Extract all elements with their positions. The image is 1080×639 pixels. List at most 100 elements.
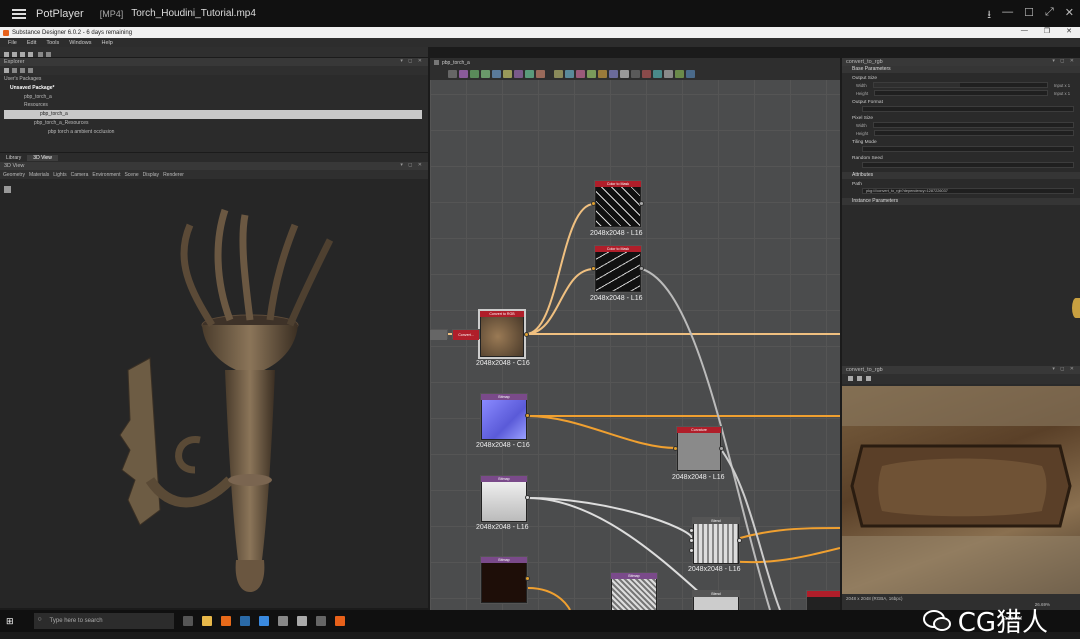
node-input-port[interactable] (591, 266, 596, 271)
menu-file[interactable]: File (8, 40, 17, 46)
node-input-port[interactable] (689, 538, 694, 543)
output-height-slider[interactable] (874, 90, 1048, 96)
view3d-menu-scene[interactable]: Scene (124, 172, 138, 178)
task-view-icon[interactable] (182, 616, 193, 626)
save-icon[interactable] (848, 376, 853, 381)
menu-edit[interactable]: Edit (27, 40, 36, 46)
view3d-menu-lights[interactable]: Lights (53, 172, 66, 178)
photoshop-icon[interactable] (239, 616, 250, 626)
panel-buttons-icon[interactable]: ▾ ◻ ✕ (1052, 58, 1076, 64)
tree-item-selected[interactable]: pbp_torch_a (4, 110, 422, 119)
menu-icon[interactable] (12, 8, 26, 19)
taskbar-search[interactable]: ○ Type here to search (33, 613, 174, 629)
node-label: 2048x2048 - C16 (476, 360, 530, 367)
vlc-icon[interactable] (220, 616, 231, 626)
app-icon[interactable] (258, 616, 269, 626)
view3d-menu-environment[interactable]: Environment (92, 172, 120, 178)
file-explorer-icon[interactable] (201, 616, 212, 626)
panel-buttons-icon[interactable]: ▾ ◻ ✕ (400, 58, 424, 64)
tree-item[interactable]: Resources (4, 101, 428, 110)
node-input-port[interactable] (689, 528, 694, 533)
section-instance-parameters[interactable]: Instance Parameters (842, 198, 1080, 205)
view3d-menu-camera[interactable]: Camera (71, 172, 89, 178)
node-bitmap[interactable]: Bitmap (610, 572, 658, 610)
tree-item[interactable]: pbp_torch_a_Resources (4, 119, 428, 128)
node-output-port[interactable] (719, 446, 724, 451)
tab-library[interactable]: Library (0, 155, 27, 161)
tree-item[interactable]: User's Packages (4, 75, 428, 84)
node-output-port[interactable] (737, 538, 742, 543)
node-output-port[interactable] (639, 201, 644, 206)
open-icon[interactable] (12, 68, 17, 73)
node-curvature[interactable]: Curvature (676, 426, 722, 472)
random-seed-slider[interactable] (862, 162, 1074, 168)
tab-3d-view[interactable]: 3D View (27, 154, 58, 161)
preview-image[interactable] (842, 386, 1080, 594)
torch-3d-model[interactable] (0, 180, 428, 608)
save-icon[interactable] (20, 68, 25, 73)
app-maximize-icon[interactable]: ❐ (1044, 27, 1050, 35)
node-output-port[interactable] (525, 413, 530, 418)
windows-start-icon[interactable]: ⊞ (6, 616, 14, 627)
graph-view[interactable]: pbp_torch_a Color to Mask 2048x2048 - L1… (430, 58, 840, 610)
node-partial[interactable] (806, 590, 840, 610)
tile-icon[interactable] (866, 376, 871, 381)
gizmo-icon[interactable] (4, 186, 11, 193)
node-output-port[interactable] (524, 332, 529, 337)
node-partial[interactable] (430, 329, 448, 340)
app-icon[interactable] (277, 616, 288, 626)
app-icon[interactable] (315, 616, 326, 626)
view3d-menu-materials[interactable]: Materials (29, 172, 49, 178)
view3d-panel: 3D View ▾ ◻ ✕ Geometry Materials Lights … (0, 162, 428, 608)
app-minimize-icon[interactable]: — (1021, 27, 1028, 35)
substance-icon[interactable] (334, 616, 345, 626)
app-icon[interactable] (296, 616, 307, 626)
node-convert-to-rgb[interactable]: Convert to RGB (478, 309, 526, 359)
panel-buttons-icon[interactable]: ▾ ◻ ✕ (1052, 366, 1076, 372)
scroll-handle[interactable] (1072, 298, 1080, 318)
panel-buttons-icon[interactable]: ▾ ◻ ✕ (400, 162, 424, 168)
node-output-port[interactable] (525, 576, 530, 581)
output-format-select[interactable] (862, 106, 1074, 112)
new-package-icon[interactable] (4, 68, 9, 73)
tree-item[interactable]: Unsaved Package* (4, 84, 428, 93)
node-blend[interactable]: Blend (692, 517, 740, 565)
node-bitmap[interactable]: Bitmap (480, 393, 528, 441)
minimize-icon[interactable]: — (1002, 6, 1013, 25)
close-icon[interactable]: ✕ (1065, 6, 1074, 25)
node-output-port[interactable] (639, 266, 644, 271)
pixel-height-field[interactable] (874, 130, 1074, 136)
node-input-port[interactable] (591, 201, 596, 206)
node-convert[interactable]: Convert... (452, 329, 480, 340)
close-package-icon[interactable] (28, 68, 33, 73)
node-blend[interactable]: Blend (692, 590, 740, 610)
tiling-mode-select[interactable] (862, 146, 1074, 152)
view3d-menu-renderer[interactable]: Renderer (163, 172, 184, 178)
node-bitmap[interactable]: Bitmap (480, 475, 528, 523)
app-close-icon[interactable]: ✕ (1066, 27, 1072, 35)
node-input-port[interactable] (673, 446, 678, 451)
section-attributes[interactable]: Attributes (842, 172, 1080, 179)
view3d-menu-geometry[interactable]: Geometry (3, 172, 25, 178)
channel-icon[interactable] (857, 376, 862, 381)
menu-windows[interactable]: Windows (69, 40, 91, 46)
output-width-slider[interactable] (872, 82, 1048, 88)
fullscreen-icon[interactable]: ⤢ (1045, 6, 1054, 25)
menu-tools[interactable]: Tools (46, 40, 59, 46)
section-base-parameters[interactable]: Base Parameters (842, 66, 1080, 73)
node-color-to-mask[interactable]: Color to Mask (594, 245, 642, 293)
maximize-icon[interactable]: ☐ (1024, 6, 1034, 25)
node-input-port[interactable] (689, 548, 694, 553)
pixel-width-field[interactable] (872, 122, 1074, 128)
download-icon[interactable]: ⭳ (987, 6, 991, 25)
explorer-tree: User's Packages Unsaved Package* pbp_tor… (0, 75, 428, 137)
node-bitmap[interactable]: Bitmap (480, 556, 528, 604)
menu-help[interactable]: Help (102, 40, 113, 46)
view3d-menu-display[interactable]: Display (143, 172, 159, 178)
node-output-port[interactable] (525, 495, 530, 500)
windows-taskbar: ⊞ ○ Type here to search 12:13 PM (0, 610, 1080, 632)
node-color-to-mask[interactable]: Color to Mask (594, 180, 642, 228)
tree-item[interactable]: pbp torch a ambient occlusion (4, 128, 428, 137)
tree-item[interactable]: pbp_torch_a (4, 93, 428, 102)
path-field[interactable]: pkg:///convert_to_rgb?dependency=1287226… (862, 188, 1074, 194)
